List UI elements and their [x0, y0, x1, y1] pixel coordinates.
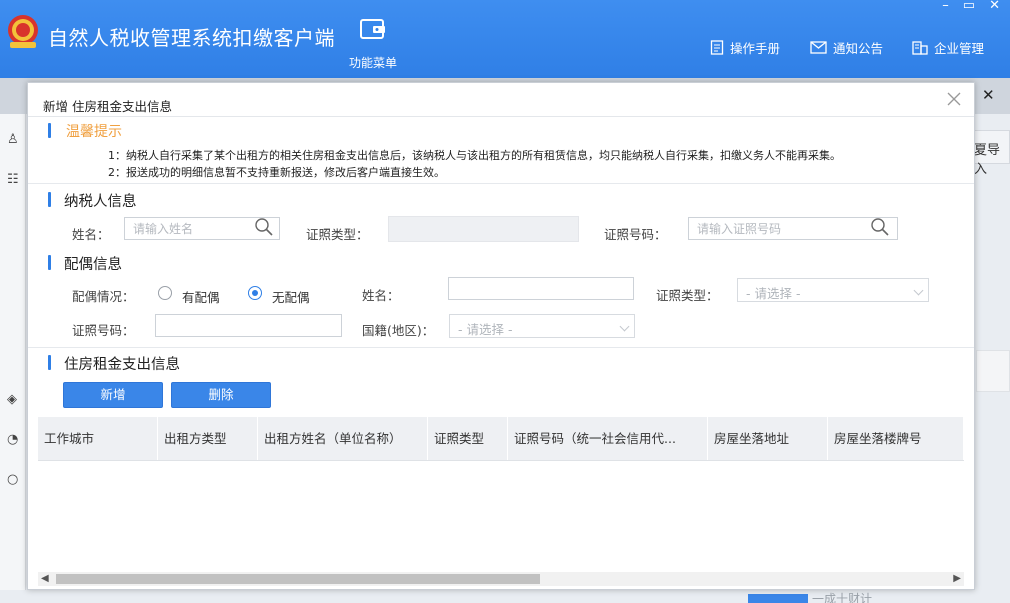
spouse-id-type-value: - 请选择 -	[746, 286, 801, 301]
chevron-down-icon	[913, 285, 924, 296]
divider	[28, 183, 974, 184]
spouse-status-label: 配偶情况：	[72, 289, 135, 304]
notice-link-label: 通知公告	[833, 41, 884, 56]
background-import-button[interactable]: 夏导入	[970, 130, 1010, 177]
chevron-down-icon	[619, 321, 630, 332]
tip-line-2: 2：报送成功的明细信息暂不支持重新报送，修改后客户端直接生效。	[108, 166, 445, 179]
taxpayer-section-marker	[48, 192, 51, 207]
taxpayer-id-no-input[interactable]	[688, 217, 898, 240]
watermark: 一成十财计	[812, 592, 873, 603]
user-icon[interactable]: ♙	[7, 132, 21, 147]
no-spouse-label[interactable]: 无配偶	[272, 287, 310, 306]
tab-close-icon[interactable]: ✕	[982, 86, 995, 104]
rent-section-title: 住房租金支出信息	[64, 357, 180, 373]
search-icon[interactable]	[870, 217, 890, 237]
wallet-icon	[360, 19, 385, 39]
function-menu-label: 功能菜单	[348, 56, 397, 70]
window-close-icon[interactable]: ✕	[989, 0, 1000, 13]
background-panel	[976, 350, 1010, 392]
top-header: 自然人税收管理系统扣缴客户端 功能菜单 操作手册 通知公告 企业管理 – ▭ ✕	[0, 0, 1010, 78]
taxpayer-section-title: 纳税人信息	[64, 194, 137, 210]
tip-line-1: 1：纳税人自行采集了某个出租方的相关住房租金支出信息后，该纳税人与该出租方的所有…	[108, 149, 841, 162]
enterprise-link-label: 企业管理	[934, 41, 985, 56]
function-menu-button[interactable]: 功能菜单	[338, 16, 408, 71]
spouse-id-type-label: 证照类型：	[656, 288, 719, 303]
spouse-id-type-select[interactable]: - 请选择 -	[737, 278, 929, 302]
tax-emblem-icon	[8, 15, 38, 48]
circle-icon[interactable]: ○	[7, 472, 21, 487]
dialog-header: 新增 住房租金支出信息	[28, 83, 974, 117]
tip-marker	[48, 123, 51, 138]
spouse-nationality-value: - 请选择 -	[458, 322, 513, 337]
spouse-nationality-select[interactable]: - 请选择 -	[449, 314, 635, 338]
scroll-left-icon[interactable]: ◀	[41, 573, 49, 584]
rent-expense-dialog: 新增 住房租金支出信息 温馨提示 1：纳税人自行采集了某个出租方的相关住房租金支…	[27, 82, 975, 590]
building-icon	[912, 41, 928, 55]
spouse-section-title: 配偶信息	[64, 257, 122, 273]
document-icon	[710, 40, 724, 55]
taxpayer-name-label: 姓名：	[72, 227, 110, 242]
app-title: 自然人税收管理系统扣缴客户端	[48, 26, 335, 50]
layers-icon[interactable]: ◈	[7, 392, 21, 407]
taxpayer-id-type-label: 证照类型：	[306, 227, 369, 242]
has-spouse-label[interactable]: 有配偶	[182, 287, 220, 306]
column-header[interactable]: 出租方姓名（单位名称）	[258, 417, 428, 460]
spouse-name-label: 姓名：	[362, 288, 400, 303]
background-footer-button[interactable]	[748, 594, 808, 603]
spouse-id-no-input[interactable]	[155, 314, 342, 337]
column-header[interactable]: 房屋坐落地址	[708, 417, 828, 460]
scrollbar-thumb[interactable]	[56, 574, 540, 584]
maximize-icon[interactable]: ▭	[963, 0, 975, 13]
menu-icon[interactable]: ☷	[7, 172, 21, 187]
left-rail: ♙ ☷ ◈ ◔ ○	[0, 114, 26, 603]
has-spouse-radio[interactable]	[158, 286, 172, 300]
enterprise-link[interactable]: 企业管理	[912, 38, 984, 57]
notice-link[interactable]: 通知公告	[810, 38, 883, 57]
close-icon[interactable]	[946, 91, 962, 107]
divider	[28, 347, 974, 348]
spouse-nationality-label: 国籍(地区)：	[362, 323, 435, 338]
tip-title: 温馨提示	[66, 124, 122, 140]
taxpayer-id-type-field	[388, 216, 579, 242]
spouse-id-no-label: 证照号码：	[72, 323, 135, 338]
column-header[interactable]: 证照号码（统一社会信用代...	[508, 417, 708, 460]
column-header[interactable]: 证照类型	[428, 417, 508, 460]
dialog-title: 新增 住房租金支出信息	[43, 99, 172, 114]
column-header[interactable]: 出租方类型	[158, 417, 258, 460]
no-spouse-radio[interactable]	[248, 286, 262, 300]
taxpayer-id-no-label: 证照号码：	[604, 227, 667, 242]
manual-link-label: 操作手册	[730, 41, 781, 56]
scroll-right-icon[interactable]: ▶	[953, 573, 961, 584]
column-header[interactable]: 工作城市	[38, 417, 158, 460]
spouse-section-marker	[48, 255, 51, 270]
rent-table-header: 工作城市 出租方类型 出租方姓名（单位名称） 证照类型 证照号码（统一社会信用代…	[38, 417, 964, 461]
delete-rent-button[interactable]: 删除	[171, 382, 271, 408]
horizontal-scrollbar[interactable]: ◀ ▶	[38, 572, 964, 586]
column-header[interactable]: 房屋坐落楼牌号	[828, 417, 964, 460]
minimize-icon[interactable]: –	[942, 0, 949, 13]
rent-section-marker	[48, 355, 51, 370]
add-rent-button[interactable]: 新增	[63, 382, 163, 408]
window-controls: – ▭ ✕	[942, 0, 1000, 13]
search-icon[interactable]	[254, 217, 274, 237]
mail-icon	[810, 41, 827, 54]
clock-icon[interactable]: ◔	[7, 432, 21, 447]
spouse-name-input[interactable]	[448, 277, 634, 300]
manual-link[interactable]: 操作手册	[710, 38, 780, 57]
